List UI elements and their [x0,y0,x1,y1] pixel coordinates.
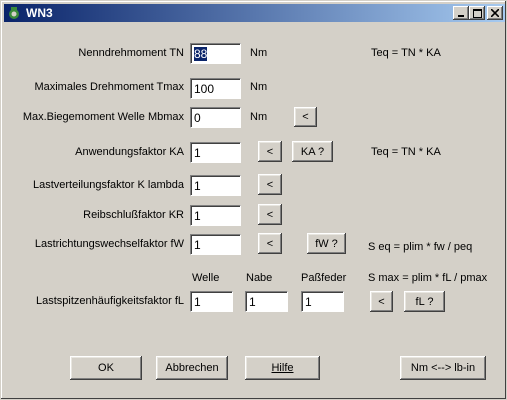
fw-formula: S eq = plim * fw / peq [368,241,473,253]
fw-input[interactable]: 1 [190,234,241,255]
fw-label: Lastrichtungswechselfaktor fW [34,238,184,250]
kr-input[interactable]: 1 [190,205,241,226]
kr-label: Reibschlußfaktor KR [83,209,184,221]
kr-pick-button[interactable]: < [258,204,282,225]
tn-input[interactable]: 88 [190,43,241,64]
maximize-button[interactable] [469,6,485,20]
tn-formula: Teq = TN * KA [371,47,441,59]
tn-value: 88 [194,47,208,61]
cancel-button[interactable]: Abbrechen [156,356,228,380]
fl-pick-button[interactable]: < [370,291,393,312]
fl-welle-input[interactable]: 1 [190,291,233,312]
fl-label: Lastspitzenhäufigkeitsfaktor fL [36,295,184,307]
klambda-pick-button[interactable]: < [258,174,282,195]
tmax-input[interactable]: 100 [190,78,241,99]
mb-label: Max.Biegemoment Welle Mbmax [22,111,184,123]
mb-input[interactable]: 0 [190,107,241,128]
fl-passfeder-input[interactable]: 1 [301,291,344,312]
minimize-button[interactable] [453,6,469,20]
fw-help-button[interactable]: fW ? [307,233,346,254]
ka-input[interactable]: 1 [190,142,241,163]
tmax-label: Maximales Drehmoment Tmax [34,81,184,93]
col-welle-label: Welle [192,272,220,284]
ka-label: Anwendungsfaktor KA [75,146,184,158]
unit-convert-button[interactable]: Nm <--> lb-in [400,356,486,380]
fw-pick-button[interactable]: < [258,233,282,254]
minimize-icon [458,15,464,17]
mb-unit: Nm [250,111,268,123]
col-passfeder-label: Paßfeder [301,272,347,284]
mb-pick-button[interactable]: < [294,107,317,127]
klambda-label: Lastverteilungsfaktor K lambda [32,179,184,191]
app-icon [9,7,19,19]
window-title: WN3 [26,6,53,20]
help-button[interactable]: Hilfe [245,356,320,380]
fl-help-button[interactable]: fL ? [404,291,445,312]
tmax-unit: Nm [250,81,268,93]
dialog-body: Nenndrehmoment TN 88 Nm Teq = TN * KA Ma… [4,23,504,397]
tn-unit: Nm [250,47,268,59]
title-bar[interactable]: WN3 [4,4,505,22]
maximize-icon [472,8,482,18]
ok-button[interactable]: OK [70,356,142,380]
close-icon [491,9,499,17]
dialog-window: WN3 Nenndrehmoment TN 88 Nm Teq = TN * K… [0,0,507,400]
fl-formula: S max = plim * fL / pmax [368,272,488,284]
fl-nabe-input[interactable]: 1 [245,291,288,312]
tn-label: Nenndrehmoment TN [78,47,184,59]
klambda-input[interactable]: 1 [190,175,241,196]
close-button[interactable] [487,6,503,20]
col-nabe-label: Nabe [246,272,273,284]
ka-pick-button[interactable]: < [258,141,282,162]
ka-help-button[interactable]: KA ? [292,141,333,162]
ka-formula: Teq = TN * KA [371,146,441,158]
